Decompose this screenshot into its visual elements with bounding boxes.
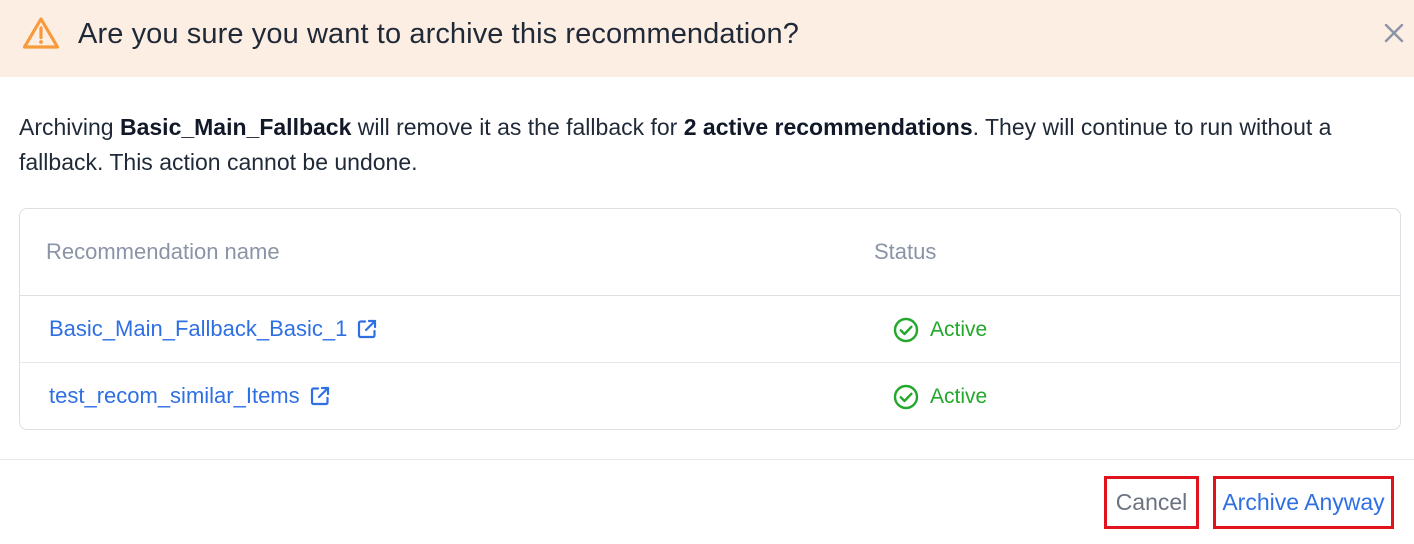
status-badge: Active: [893, 317, 987, 343]
status-label: Active: [930, 318, 988, 341]
archive-anyway-button[interactable]: Archive Anyway: [1213, 476, 1394, 529]
status-label: Active: [930, 385, 988, 408]
external-link-icon: [356, 318, 378, 340]
cancel-button[interactable]: Cancel: [1104, 476, 1199, 529]
recommendation-name: test_recom_similar_Items: [49, 383, 300, 408]
recommendations-table: Recommendation name Status Basic_Main_Fa…: [19, 208, 1401, 430]
warning-triangle-icon: [22, 16, 60, 50]
close-icon: [1383, 22, 1405, 49]
table-header: Recommendation name Status: [20, 209, 1400, 296]
recommendation-link[interactable]: Basic_Main_Fallback_Basic_1: [49, 316, 378, 342]
recommendation-link[interactable]: test_recom_similar_Items: [49, 383, 331, 409]
dialog-message: Archiving Basic_Main_Fallback will remov…: [19, 110, 1399, 180]
dialog-header: Are you sure you want to archive this re…: [0, 0, 1414, 77]
check-circle-icon: [893, 317, 919, 343]
recommendation-name: Basic_Main_Fallback_Basic_1: [49, 316, 348, 341]
table-row: test_recom_similar_Items Active: [20, 363, 1400, 429]
status-badge: Active: [893, 384, 987, 410]
footer-divider: [0, 459, 1414, 460]
fallback-name: Basic_Main_Fallback: [119, 114, 352, 140]
dialog-title: Are you sure you want to archive this re…: [78, 18, 799, 50]
message-middle: will remove it as the fallback for: [351, 114, 684, 140]
column-header-status: Status: [874, 239, 937, 264]
check-circle-icon: [893, 384, 919, 410]
table-row: Basic_Main_Fallback_Basic_1 Active: [20, 296, 1400, 363]
message-prefix: Archiving: [19, 114, 120, 140]
active-count: 2 active recommendations: [683, 114, 973, 140]
archive-confirm-dialog: Are you sure you want to archive this re…: [0, 0, 1414, 544]
close-button[interactable]: [1380, 21, 1408, 49]
column-header-name: Recommendation name: [46, 239, 280, 264]
external-link-icon: [309, 385, 331, 407]
